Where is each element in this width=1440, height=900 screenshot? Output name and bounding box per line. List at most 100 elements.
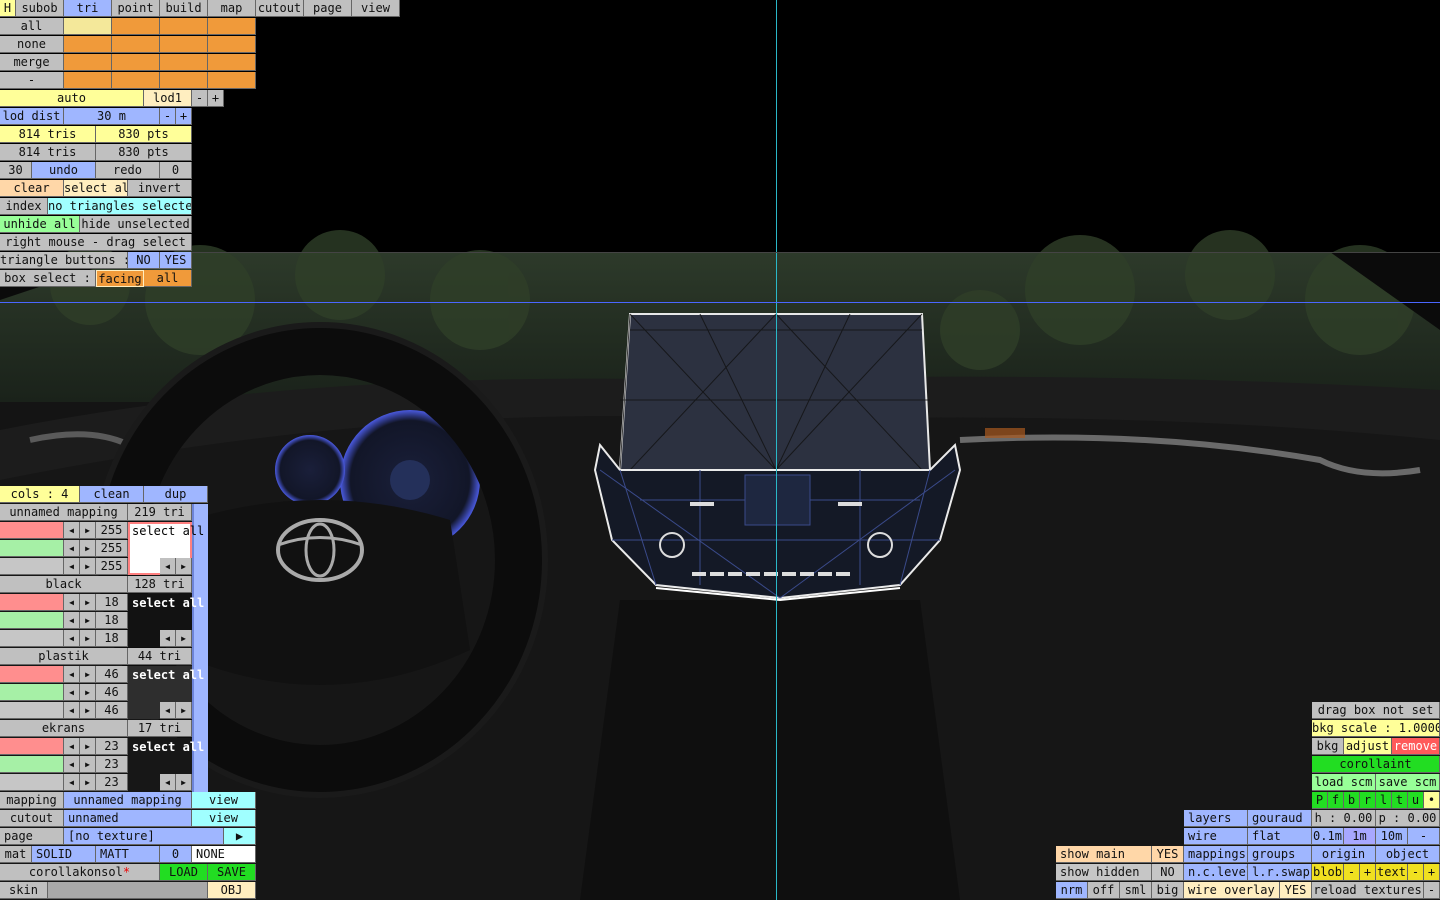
alpha-slider[interactable] bbox=[0, 558, 64, 575]
step-01m-button[interactable]: 0.1m bbox=[1312, 828, 1344, 845]
material-name[interactable]: plastik bbox=[0, 648, 128, 665]
menu-point[interactable]: point bbox=[112, 0, 160, 17]
material-name[interactable]: ekrans bbox=[0, 720, 128, 737]
color-channel-slider[interactable] bbox=[0, 612, 64, 629]
view-letter-button[interactable]: • bbox=[1424, 792, 1440, 809]
wire-overlay-toggle[interactable]: YES bbox=[1280, 882, 1312, 899]
undo-button[interactable]: undo bbox=[32, 162, 96, 179]
chevron-right-icon[interactable]: ▶ bbox=[80, 612, 96, 629]
color-channel-slider[interactable] bbox=[0, 594, 64, 611]
save-scm-button[interactable]: save scm bbox=[1376, 774, 1440, 791]
group-cell[interactable] bbox=[208, 36, 256, 53]
color-channel-slider[interactable] bbox=[0, 666, 64, 683]
skin-value[interactable] bbox=[48, 882, 208, 899]
bkg-adjust-button[interactable]: adjust bbox=[1344, 738, 1392, 755]
chevron-left-icon[interactable]: ◀ bbox=[64, 522, 80, 539]
menu-page[interactable]: page bbox=[304, 0, 352, 17]
view-letter-button[interactable]: b bbox=[1344, 792, 1360, 809]
chevron-right-icon[interactable]: ▶ bbox=[80, 522, 96, 539]
bkg-button[interactable]: bkg bbox=[1312, 738, 1344, 755]
select-none-item[interactable]: none bbox=[0, 36, 64, 53]
box-select-facing[interactable]: facing bbox=[96, 270, 144, 287]
group-cell[interactable] bbox=[208, 54, 256, 71]
group-cell[interactable] bbox=[112, 54, 160, 71]
menu-map[interactable]: map bbox=[208, 0, 256, 17]
gouraud-button[interactable]: gouraud bbox=[1248, 810, 1312, 827]
step-10m-button[interactable]: 10m bbox=[1376, 828, 1408, 845]
file-name[interactable]: corollakonsol* bbox=[0, 864, 160, 881]
menu-build[interactable]: build bbox=[160, 0, 208, 17]
step-minus-button[interactable]: - bbox=[1408, 828, 1440, 845]
group-cell[interactable] bbox=[160, 18, 208, 35]
page-value[interactable]: [no texture] bbox=[64, 828, 224, 845]
chevron-right-icon[interactable]: ▶ bbox=[176, 558, 192, 575]
lr-swap-button[interactable]: l.r.swap bbox=[1248, 864, 1312, 881]
flat-button[interactable]: flat bbox=[1248, 828, 1312, 845]
select-minus-item[interactable]: - bbox=[0, 72, 64, 89]
obj-button[interactable]: OBJ bbox=[208, 882, 256, 899]
chevron-right-icon[interactable]: ▶ bbox=[80, 594, 96, 611]
triangle-buttons-yes[interactable]: YES bbox=[160, 252, 192, 269]
group-cell[interactable] bbox=[160, 54, 208, 71]
groups-button[interactable]: groups bbox=[1248, 846, 1312, 863]
group-cell[interactable] bbox=[112, 18, 160, 35]
chevron-right-icon[interactable]: ▶ bbox=[80, 558, 96, 575]
lod-dist-minus[interactable]: - bbox=[160, 108, 176, 125]
chevron-right-icon[interactable]: ▶ bbox=[80, 738, 96, 755]
view-letter-button[interactable]: t bbox=[1392, 792, 1408, 809]
color-channel-slider[interactable] bbox=[0, 756, 64, 773]
blob-minus-button[interactable]: - bbox=[1344, 864, 1360, 881]
chevron-left-icon[interactable]: ◀ bbox=[160, 630, 176, 647]
bkg-remove-button[interactable]: remove bbox=[1392, 738, 1440, 755]
color-channel-slider[interactable] bbox=[0, 522, 64, 539]
text-minus-button[interactable]: - bbox=[1408, 864, 1424, 881]
wire-button[interactable]: wire bbox=[1184, 828, 1248, 845]
alpha-slider[interactable] bbox=[0, 702, 64, 719]
lod-minus-button[interactable]: - bbox=[192, 90, 208, 107]
alpha-slider[interactable] bbox=[0, 630, 64, 647]
chevron-left-icon[interactable]: ◀ bbox=[64, 558, 80, 575]
lod-dist-plus[interactable]: + bbox=[176, 108, 192, 125]
chevron-left-icon[interactable]: ◀ bbox=[64, 684, 80, 701]
mapping-view-button[interactable]: view bbox=[192, 792, 256, 809]
viewport[interactable] bbox=[0, 0, 1440, 900]
mat-matt-button[interactable]: MATT bbox=[96, 846, 160, 863]
group-cell[interactable] bbox=[112, 72, 160, 89]
chevron-left-icon[interactable]: ◀ bbox=[64, 666, 80, 683]
redo-button[interactable]: redo bbox=[96, 162, 160, 179]
mat-solid-button[interactable]: SOLID bbox=[32, 846, 96, 863]
group-cell[interactable] bbox=[208, 72, 256, 89]
chevron-right-icon[interactable]: ▶ bbox=[176, 774, 192, 791]
chevron-right-icon[interactable]: ▶ bbox=[80, 666, 96, 683]
step-1m-button[interactable]: 1m bbox=[1344, 828, 1376, 845]
lod-auto-button[interactable]: auto bbox=[0, 90, 144, 107]
color-channel-slider[interactable] bbox=[0, 540, 64, 557]
menu-h[interactable]: H bbox=[0, 0, 16, 17]
view-letter-button[interactable]: r bbox=[1360, 792, 1376, 809]
save-button[interactable]: SAVE bbox=[208, 864, 256, 881]
blob-plus-button[interactable]: + bbox=[1360, 864, 1376, 881]
clear-button[interactable]: clear bbox=[0, 180, 64, 197]
group-cell[interactable] bbox=[64, 36, 112, 53]
color-channel-slider[interactable] bbox=[0, 738, 64, 755]
reload-textures-button[interactable]: reload textures bbox=[1312, 882, 1424, 899]
chevron-right-icon[interactable]: ▶ bbox=[80, 540, 96, 557]
normals-small-button[interactable]: sml bbox=[1120, 882, 1152, 899]
cutout-value[interactable]: unnamed bbox=[64, 810, 192, 827]
chevron-left-icon[interactable]: ◀ bbox=[64, 540, 80, 557]
menu-cutout[interactable]: cutout bbox=[256, 0, 304, 17]
chevron-left-icon[interactable]: ◀ bbox=[160, 558, 176, 575]
clean-button[interactable]: clean bbox=[80, 486, 144, 503]
group-cell[interactable] bbox=[208, 18, 256, 35]
material-name[interactable]: unnamed mapping bbox=[0, 504, 128, 521]
material-select-all-button[interactable]: select all bbox=[132, 739, 204, 755]
view-letter-button[interactable]: f bbox=[1328, 792, 1344, 809]
menu-subob[interactable]: subob bbox=[16, 0, 64, 17]
background-name[interactable]: corollaint bbox=[1312, 756, 1440, 773]
normals-big-button[interactable]: big bbox=[1152, 882, 1184, 899]
chevron-left-icon[interactable]: ◀ bbox=[64, 774, 80, 791]
chevron-left-icon[interactable]: ◀ bbox=[64, 630, 80, 647]
menu-tri[interactable]: tri bbox=[64, 0, 112, 17]
load-scm-button[interactable]: load scm bbox=[1312, 774, 1376, 791]
chevron-right-icon[interactable]: ▶ bbox=[176, 630, 192, 647]
